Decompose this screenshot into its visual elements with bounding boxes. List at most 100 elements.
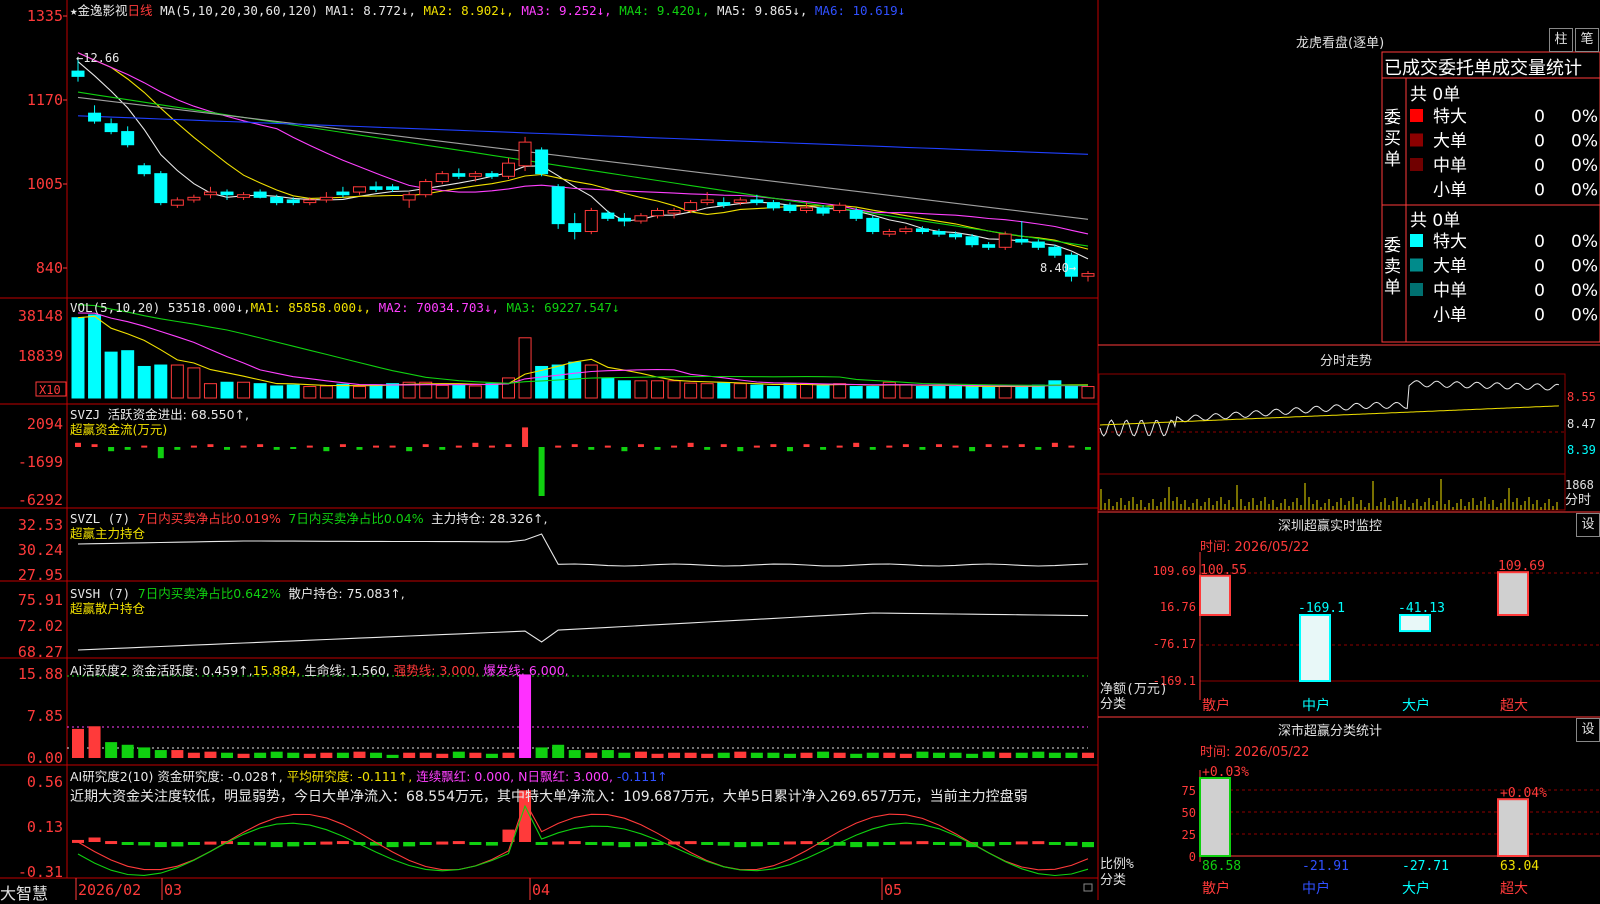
stock-name[interactable]: 金逸影视 bbox=[78, 3, 128, 18]
volume-bar bbox=[170, 364, 184, 399]
svzj-bar bbox=[472, 442, 479, 447]
vol-ma1-line bbox=[77, 315, 1088, 388]
volume-bar bbox=[816, 384, 830, 399]
svzl-subtitle: 超赢主力持仓 bbox=[70, 526, 146, 541]
period-label[interactable]: 日线 bbox=[128, 3, 153, 18]
candle-body bbox=[568, 223, 582, 233]
monitor-category: 超大 bbox=[1500, 698, 1528, 714]
ai-research-bar bbox=[999, 842, 1012, 845]
ai-active-bar bbox=[932, 752, 945, 758]
vol-ma1: MA1: 85858.000↓, bbox=[250, 300, 372, 315]
svzj-bar bbox=[1018, 444, 1025, 447]
candle-body bbox=[684, 202, 698, 211]
ai-research-bar bbox=[469, 842, 482, 845]
class-tick: 25 bbox=[1182, 828, 1196, 842]
ai-research-bar bbox=[452, 841, 465, 845]
volume-bar bbox=[617, 380, 631, 399]
ai-active-bar bbox=[353, 751, 366, 758]
ai-active-bar bbox=[783, 753, 796, 758]
ai-active-e: 爆发线: 6.000, bbox=[483, 663, 569, 678]
intraday-vol-label: 分时 bbox=[1565, 493, 1591, 508]
volume-bar bbox=[137, 365, 151, 399]
monitor-settings-button[interactable]: 设 bbox=[1576, 513, 1600, 537]
svzj-bar bbox=[522, 427, 529, 447]
intraday-avg-line bbox=[1099, 405, 1559, 426]
svzj-subtitle: 超赢资金流(万元) bbox=[70, 422, 168, 437]
ai-active-bar bbox=[270, 751, 283, 758]
ai-active-bar bbox=[336, 752, 349, 758]
monitor-ylabel: 分类 bbox=[1100, 697, 1126, 712]
ai-research-tick-label: 0.56 bbox=[27, 773, 63, 791]
svzj-bar bbox=[124, 447, 131, 450]
svzj-bar bbox=[257, 444, 264, 447]
candle-body bbox=[104, 123, 118, 133]
volume-bar bbox=[1081, 386, 1095, 399]
volume-bar bbox=[899, 384, 913, 399]
svzj-bar bbox=[555, 445, 562, 448]
order-row-count: 0 bbox=[1534, 132, 1545, 152]
ma2-line bbox=[77, 52, 1089, 250]
ai-active-bar bbox=[303, 753, 316, 758]
date-label: 03 bbox=[164, 881, 182, 899]
svzj-bar bbox=[886, 445, 893, 448]
ai-research-bar bbox=[403, 842, 416, 847]
svsh-a: 7日内买卖净占比0.642% bbox=[137, 586, 281, 601]
ai-active-title: AI活跃度2 bbox=[70, 663, 128, 678]
candle-body bbox=[71, 70, 85, 77]
volume-bar bbox=[932, 386, 946, 399]
ai-active-bar bbox=[800, 752, 813, 758]
bar-view-button[interactable]: 柱 bbox=[1549, 28, 1573, 52]
candle-body bbox=[402, 194, 416, 201]
class-ylabel: 比例% bbox=[1100, 857, 1134, 872]
volume-bar bbox=[237, 381, 251, 399]
ai-research-bar bbox=[436, 841, 449, 845]
volume-bar bbox=[253, 383, 267, 399]
ai-research-bar bbox=[899, 841, 912, 845]
monitor-value: 109.69 bbox=[1498, 559, 1545, 574]
ai-active-bar bbox=[519, 674, 532, 758]
svzj-bar bbox=[902, 444, 909, 447]
tick-view-button[interactable]: 笔 bbox=[1575, 28, 1599, 52]
svzj-bar bbox=[75, 442, 81, 447]
volume-bar bbox=[766, 386, 780, 399]
order-color-swatch bbox=[1410, 109, 1423, 122]
candle-body bbox=[286, 199, 300, 204]
brand-logo: 大智慧 bbox=[0, 884, 49, 903]
monitor-tick: -76.17 bbox=[1153, 637, 1196, 651]
high-marker: ←12.66 bbox=[76, 51, 119, 65]
ai-active-bar bbox=[287, 752, 300, 758]
svzj-bar bbox=[1002, 445, 1009, 448]
class-bar bbox=[1199, 777, 1231, 857]
volume-bar bbox=[435, 384, 449, 399]
candle-body bbox=[998, 233, 1012, 248]
ai-active-bar bbox=[999, 752, 1012, 758]
class-title: 深市超赢分类统计 bbox=[1278, 724, 1383, 739]
svzj-bar bbox=[621, 447, 628, 452]
candle-body bbox=[700, 199, 714, 204]
candle-body bbox=[750, 199, 764, 204]
class-settings-button[interactable]: 设 bbox=[1576, 718, 1600, 742]
order-row-pct: 0% bbox=[1571, 232, 1598, 252]
order-row-label: 大单 bbox=[1433, 132, 1467, 152]
volume-bar bbox=[286, 384, 300, 399]
svzj-bar bbox=[224, 447, 231, 450]
ai-research-e: -0.111↑ bbox=[616, 769, 668, 784]
ai-active-bar bbox=[535, 747, 548, 758]
star-icon[interactable]: ★ bbox=[70, 3, 78, 18]
candle-body bbox=[601, 212, 615, 219]
order-row-pct: 0% bbox=[1571, 132, 1598, 152]
svsh-line bbox=[77, 612, 1089, 651]
price-tick-label: 1005 bbox=[27, 175, 63, 193]
svzl-tick-label: 32.53 bbox=[18, 516, 63, 534]
candle-body bbox=[800, 207, 814, 211]
sell-total: 共 0单 bbox=[1410, 211, 1461, 231]
ai-research-bar bbox=[1048, 842, 1061, 845]
volume-bar bbox=[270, 385, 284, 399]
ai-research-bar bbox=[883, 842, 896, 845]
volume-bar bbox=[187, 367, 201, 399]
ai-active-bar bbox=[1015, 752, 1028, 758]
intraday-title: 分时走势 bbox=[1320, 354, 1373, 369]
svzj-bar bbox=[207, 444, 214, 447]
ai-active-b: 15.884, bbox=[252, 663, 301, 678]
volume-bar bbox=[551, 364, 565, 399]
